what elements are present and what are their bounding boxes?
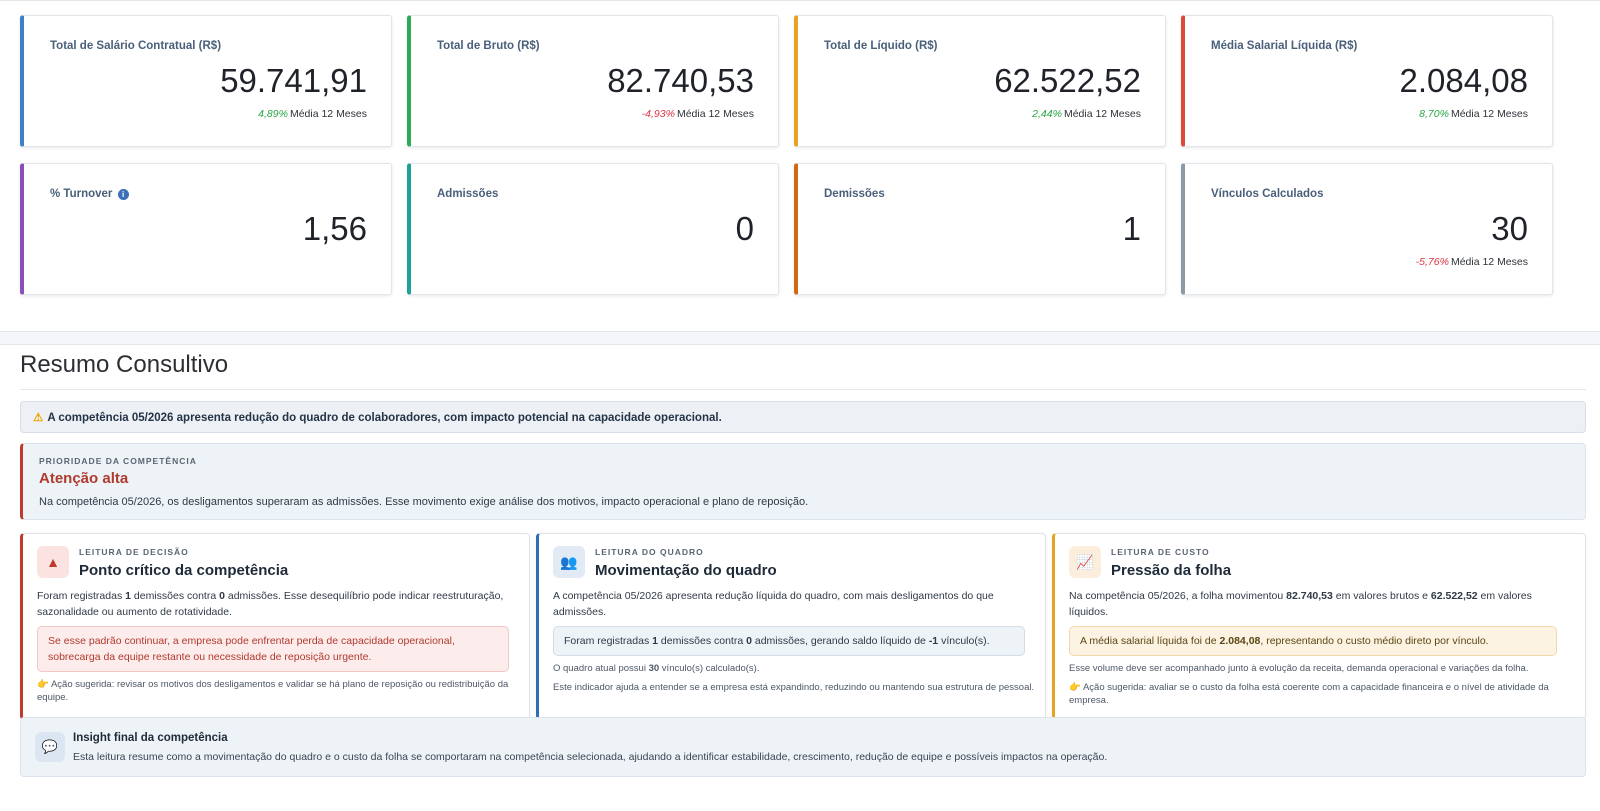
insight-text: Esta leitura resume como a movimentação … — [73, 751, 1108, 763]
kpi-value: 1 — [1122, 210, 1141, 247]
card-heading: Movimentação do quadro — [595, 562, 777, 579]
kpi-trend-pct: 4,89% — [258, 108, 288, 120]
kpi-label: Total de Líquido (R$) — [824, 40, 938, 52]
suggested-action: 👉 Ação sugerida: revisar os motivos dos … — [37, 679, 509, 703]
kpi-trend: -4,93% Média 12 Meses — [642, 108, 754, 120]
kpi-trend: -5,76% Média 12 Meses — [1416, 256, 1528, 268]
kpi-trend-pct: -4,93% — [641, 108, 675, 120]
kpi-trend: 4,89% Média 12 Meses — [258, 108, 367, 120]
quadro-note: Este indicador ajuda a entender se a emp… — [553, 682, 1035, 693]
section-title: Resumo Consultivo — [20, 351, 229, 378]
section-divider — [20, 389, 1586, 390]
kpi-label: Média Salarial Líquida (R$) — [1211, 40, 1358, 52]
quadro-count-text: O quadro atual possui 30 vínculo(s) calc… — [553, 663, 760, 674]
card-text: Na competência 05/2026, a folha moviment… — [1069, 590, 1532, 618]
pointing-hand-icon: 👉 — [1069, 682, 1081, 693]
card-text: A competência 05/2026 apresenta redução … — [553, 590, 994, 618]
kpi-value: 59.741,91 — [220, 62, 367, 99]
alert-banner: ⚠ A competência 05/2026 apresenta redução… — [20, 401, 1586, 433]
kpi-value: 30 — [1491, 210, 1528, 247]
priority-kicker: PRIORIDADE DA COMPETÊNCIA — [39, 456, 197, 466]
kpi-trend-pct: 2,44% — [1032, 108, 1062, 120]
users-icon: 👥 — [553, 546, 585, 578]
quadro-card: 👥 LEITURA DO QUADRO Movimentação do quad… — [536, 533, 1046, 720]
card-text: Foram registradas 1 demissões contra 0 a… — [37, 590, 504, 618]
kpi-label: Total de Bruto (R$) — [437, 40, 540, 52]
kpi-value: 1,56 — [302, 210, 367, 247]
kpi-card-total-liquido: Total de Líquido (R$) 62.522,52 2,44% Méd… — [794, 15, 1166, 147]
insight-box: 💬 Insight final da competência Esta leit… — [20, 717, 1586, 777]
kpi-trend-text: Média 12 Meses — [676, 108, 754, 120]
custo-note: Esse volume deve ser acompanhado junto à… — [1069, 663, 1529, 674]
custo-card: 📈 LEITURA DE CUSTO Pressão da folha Na c… — [1052, 533, 1586, 720]
kpi-trend-text: Média 12 Meses — [1450, 108, 1528, 120]
alert-triangle-icon: ▲ — [37, 546, 69, 578]
card-kicker: LEITURA DO QUADRO — [595, 547, 704, 557]
kpi-card-vinculos: Vínculos Calculados 30 -5,76% Média 12 Me… — [1181, 163, 1553, 295]
kpi-value: 2.084,08 — [1399, 62, 1528, 99]
priority-box: PRIORIDADE DA COMPETÊNCIA Atenção alta N… — [20, 443, 1586, 520]
kpi-value: 82.740,53 — [607, 62, 754, 99]
kpi-trend-text: Média 12 Meses — [289, 108, 367, 120]
kpi-label: Total de Salário Contratual (R$) — [50, 40, 222, 52]
kpi-label: Admissões — [437, 188, 499, 200]
warning-icon: ⚠ — [33, 412, 44, 424]
kpi-card-media-salarial: Média Salarial Líquida (R$) 2.084,08 8,7… — [1181, 15, 1553, 147]
average-box: A média salarial líquida foi de 2.084,08… — [1069, 626, 1557, 656]
kpi-trend-pct: -5,76% — [1415, 256, 1449, 268]
card-kicker: LEITURA DE DECISÃO — [79, 547, 189, 557]
kpi-label-wrap: % Turnover i — [50, 188, 129, 200]
info-circle-icon[interactable]: i — [117, 189, 129, 200]
decision-card: ▲ LEITURA DE DECISÃO Ponto crítico da co… — [20, 533, 530, 720]
pointing-hand-icon: 👉 — [37, 679, 49, 690]
priority-text: Na competência 05/2026, os desligamentos… — [39, 496, 809, 508]
line-chart-icon: 📈 — [1069, 546, 1101, 578]
balance-box: Foram registradas 1 demissões contra 0 a… — [553, 626, 1025, 656]
kpi-trend-pct: 8,70% — [1419, 108, 1449, 120]
summary-panel: Resumo Consultivo ⚠ A competência 05/2026… — [0, 344, 1600, 811]
kpi-card-total-bruto: Total de Bruto (R$) 82.740,53 -4,93% Médi… — [407, 15, 779, 147]
kpi-label: Vínculos Calculados — [1211, 188, 1324, 200]
kpi-panel: Total de Salário Contratual (R$) 59.741,… — [0, 0, 1600, 332]
kpi-value: 62.522,52 — [994, 62, 1141, 99]
chat-icon: 💬 — [35, 732, 65, 762]
kpi-label: Demissões — [824, 188, 885, 200]
kpi-trend-text: Média 12 Meses — [1450, 256, 1528, 268]
kpi-value: 0 — [735, 210, 754, 247]
kpi-trend-text: Média 12 Meses — [1063, 108, 1141, 120]
kpi-trend: 2,44% Média 12 Meses — [1032, 108, 1141, 120]
kpi-label: % Turnover — [50, 188, 113, 200]
risk-box: Se esse padrão continuar, a empresa pode… — [37, 626, 509, 672]
card-heading: Ponto crítico da competência — [79, 562, 289, 579]
card-kicker: LEITURA DE CUSTO — [1111, 547, 1210, 557]
kpi-trend: 8,70% Média 12 Meses — [1419, 108, 1528, 120]
kpi-card-turnover: % Turnover i 1,56 — [20, 163, 392, 295]
priority-heading: Atenção alta — [39, 470, 129, 487]
card-heading: Pressão da folha — [1111, 562, 1232, 579]
suggested-action: 👉 Ação sugerida: avaliar se o custo da f… — [1069, 682, 1549, 706]
alert-text: A competência 05/2026 apresenta redução … — [47, 412, 722, 424]
kpi-card-demissoes: Demissões 1 — [794, 163, 1166, 295]
kpi-card-admissoes: Admissões 0 — [407, 163, 779, 295]
kpi-card-salario-contratual: Total de Salário Contratual (R$) 59.741,… — [20, 15, 392, 147]
insight-heading: Insight final da competência — [73, 732, 228, 744]
